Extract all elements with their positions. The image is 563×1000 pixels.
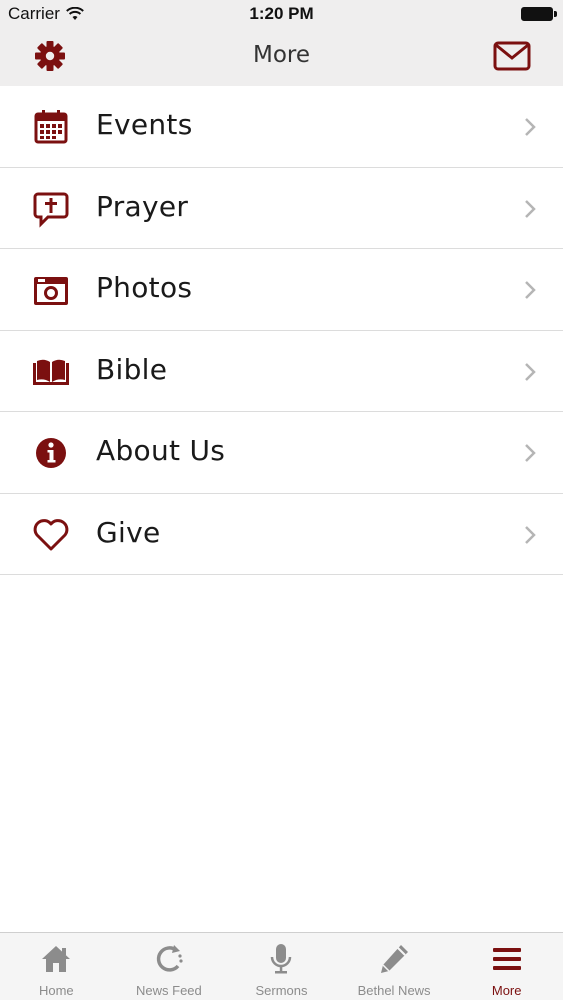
tab-home[interactable]: Home (0, 933, 113, 1000)
camera-icon (34, 277, 68, 305)
menu-item-label: About Us (96, 434, 226, 467)
menu-item-bible[interactable]: Bible (0, 330, 563, 412)
tab-label: Sermons (255, 983, 308, 998)
status-bar: Carrier 1:20 PM (0, 0, 563, 28)
chevron-right-icon (525, 118, 536, 136)
chevron-right-icon (525, 525, 536, 544)
heart-icon (33, 518, 69, 550)
open-book-icon (33, 359, 69, 385)
menu-item-label: Prayer (96, 189, 189, 223)
calendar-icon (34, 110, 68, 144)
microphone-icon (271, 944, 292, 974)
chevron-right-icon (525, 362, 536, 381)
chevron-right-icon (525, 444, 536, 462)
tab-sermons[interactable]: Sermons (225, 933, 338, 1000)
page-title: More (252, 42, 311, 68)
menu-lines-icon (492, 948, 521, 970)
tab-news-feed[interactable]: News Feed (113, 933, 226, 1000)
menu-item-photos[interactable]: Photos (0, 249, 563, 331)
tab-bar: Home News Feed Sermons Bethel News More (0, 932, 563, 1000)
navigation-bar: More (0, 28, 563, 86)
menu-item-label: Photos (96, 271, 193, 304)
tab-label: News Feed (136, 983, 202, 998)
mail-icon[interactable] (493, 41, 531, 71)
tab-label: Bethel News (357, 983, 431, 998)
battery-icon (521, 7, 557, 21)
status-time: 1:20 PM (249, 4, 314, 23)
chevron-right-icon (525, 199, 536, 218)
menu-item-prayer[interactable]: Prayer (0, 167, 563, 249)
prayer-cross-bubble-icon (33, 192, 69, 228)
chevron-right-icon (525, 281, 536, 299)
more-menu-list: Events Prayer Photos Bible About Us Give (0, 86, 563, 575)
pencil-icon (381, 945, 409, 973)
tab-bethel-news[interactable]: Bethel News (338, 933, 451, 1000)
menu-item-events[interactable]: Events (0, 86, 563, 168)
home-icon (42, 946, 71, 972)
menu-item-label: Events (96, 108, 193, 141)
menu-item-about-us[interactable]: About Us (0, 412, 563, 494)
refresh-icon (156, 945, 183, 972)
menu-item-give[interactable]: Give (0, 493, 563, 575)
tab-label: More (491, 983, 522, 998)
menu-item-label: Give (96, 515, 161, 549)
tab-more[interactable]: More (450, 933, 563, 1000)
info-icon (36, 438, 66, 468)
tab-label: Home (38, 983, 74, 998)
menu-item-label: Bible (96, 352, 168, 386)
